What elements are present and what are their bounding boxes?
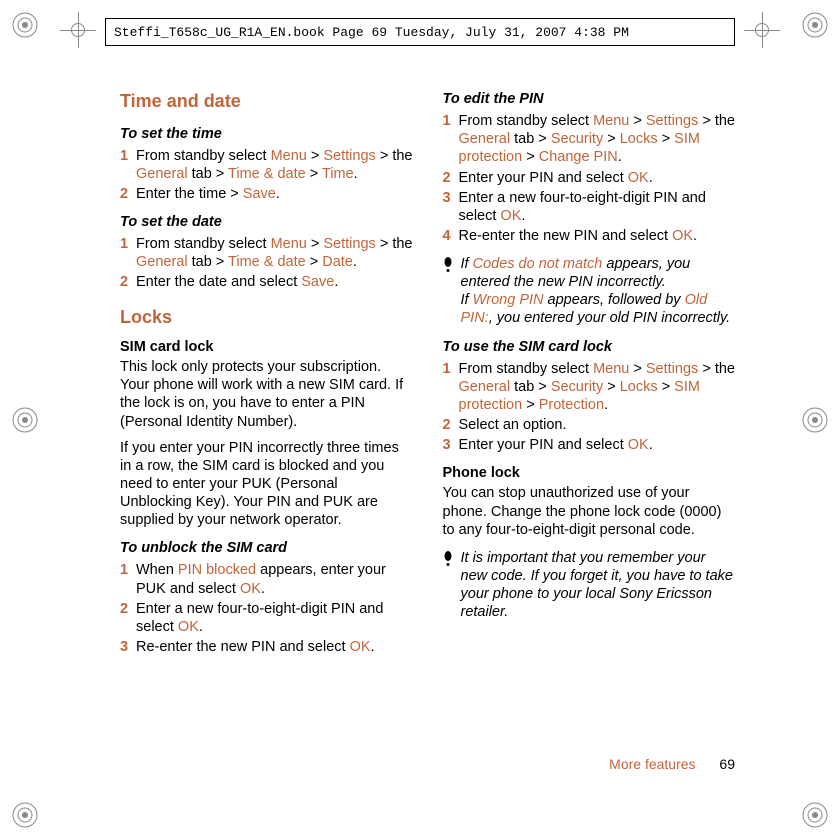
- paragraph: You can stop unauthorized use of your ph…: [443, 484, 736, 538]
- section-label: More features: [609, 756, 695, 772]
- step-text: Enter a new four-to-eight-digit PIN and …: [136, 600, 413, 636]
- step: 1 From standby select Menu > Settings > …: [443, 112, 736, 166]
- step-text: Enter the date and select Save.: [136, 273, 413, 291]
- step-number: 3: [443, 189, 459, 225]
- subheading: Phone lock: [443, 464, 736, 482]
- regmark-icon: [800, 10, 830, 40]
- step-text: Enter a new four-to-eight-digit PIN and …: [459, 189, 736, 225]
- step-text: Re-enter the new PIN and select OK.: [136, 638, 413, 656]
- info-icon: [443, 255, 453, 328]
- step-number: 2: [120, 273, 136, 291]
- crosshair-icon: [60, 12, 96, 48]
- step-number: 4: [443, 227, 459, 245]
- step: 3 Enter your PIN and select OK.: [443, 436, 736, 454]
- step-number: 2: [120, 185, 136, 203]
- document-header: Steffi_T658c_UG_R1A_EN.book Page 69 Tues…: [105, 18, 735, 46]
- step-number: 1: [120, 235, 136, 271]
- paragraph: This lock only protects your subscriptio…: [120, 358, 413, 431]
- step: 2 Enter a new four-to-eight-digit PIN an…: [120, 600, 413, 636]
- step-number: 2: [120, 600, 136, 636]
- step-number: 3: [443, 436, 459, 454]
- step: 3 Enter a new four-to-eight-digit PIN an…: [443, 189, 736, 225]
- page-footer: More features 69: [609, 756, 735, 772]
- step-text: Enter your PIN and select OK.: [459, 436, 736, 454]
- step-number: 2: [443, 169, 459, 187]
- step-number: 1: [443, 360, 459, 414]
- tip-note: If Codes do not match appears, you enter…: [443, 255, 736, 328]
- step: 2 Enter the date and select Save.: [120, 273, 413, 291]
- step-text: From standby select Menu > Settings > th…: [459, 360, 736, 414]
- crosshair-icon: [744, 12, 780, 48]
- page-content: Time and date To set the time 1 From sta…: [120, 90, 735, 745]
- step-text: From standby select Menu > Settings > th…: [459, 112, 736, 166]
- step: 3 Re-enter the new PIN and select OK.: [120, 638, 413, 656]
- tip-text: It is important that you remember your n…: [461, 549, 736, 622]
- step-text: Enter your PIN and select OK.: [459, 169, 736, 187]
- subheading: SIM card lock: [120, 338, 413, 356]
- regmark-icon: [10, 800, 40, 830]
- regmark-icon: [10, 405, 40, 435]
- step-number: 3: [120, 638, 136, 656]
- info-icon: [443, 549, 453, 622]
- step: 2 Enter your PIN and select OK.: [443, 169, 736, 187]
- subheading: To set the date: [120, 213, 413, 231]
- step: 2 Select an option.: [443, 416, 736, 434]
- subheading: To use the SIM card lock: [443, 338, 736, 356]
- paragraph: If you enter your PIN incorrectly three …: [120, 439, 413, 530]
- step: 4 Re-enter the new PIN and select OK.: [443, 227, 736, 245]
- regmark-icon: [800, 405, 830, 435]
- left-column: Time and date To set the time 1 From sta…: [120, 90, 413, 745]
- doc-info: Steffi_T658c_UG_R1A_EN.book Page 69 Tues…: [114, 25, 629, 40]
- subheading: To edit the PIN: [443, 90, 736, 108]
- step-number: 1: [120, 147, 136, 183]
- step: 1 From standby select Menu > Settings > …: [120, 147, 413, 183]
- step: 2 Enter the time > Save.: [120, 185, 413, 203]
- tip-text: If Codes do not match appears, you enter…: [461, 255, 736, 328]
- step-number: 1: [443, 112, 459, 166]
- step-text: Re-enter the new PIN and select OK.: [459, 227, 736, 245]
- step-text: From standby select Menu > Settings > th…: [136, 235, 413, 271]
- step-number: 1: [120, 561, 136, 597]
- step-text: When PIN blocked appears, enter your PUK…: [136, 561, 413, 597]
- subheading: To set the time: [120, 125, 413, 143]
- subheading: To unblock the SIM card: [120, 539, 413, 557]
- right-column: To edit the PIN 1 From standby select Me…: [443, 90, 736, 745]
- page-number: 69: [719, 756, 735, 772]
- step: 1 When PIN blocked appears, enter your P…: [120, 561, 413, 597]
- step: 1 From standby select Menu > Settings > …: [443, 360, 736, 414]
- tip-note: It is important that you remember your n…: [443, 549, 736, 622]
- step-text: Select an option.: [459, 416, 736, 434]
- step-number: 2: [443, 416, 459, 434]
- step-text: From standby select Menu > Settings > th…: [136, 147, 413, 183]
- step: 1 From standby select Menu > Settings > …: [120, 235, 413, 271]
- regmark-icon: [10, 10, 40, 40]
- heading-locks: Locks: [120, 306, 413, 329]
- heading-time-and-date: Time and date: [120, 90, 413, 113]
- step-text: Enter the time > Save.: [136, 185, 413, 203]
- regmark-icon: [800, 800, 830, 830]
